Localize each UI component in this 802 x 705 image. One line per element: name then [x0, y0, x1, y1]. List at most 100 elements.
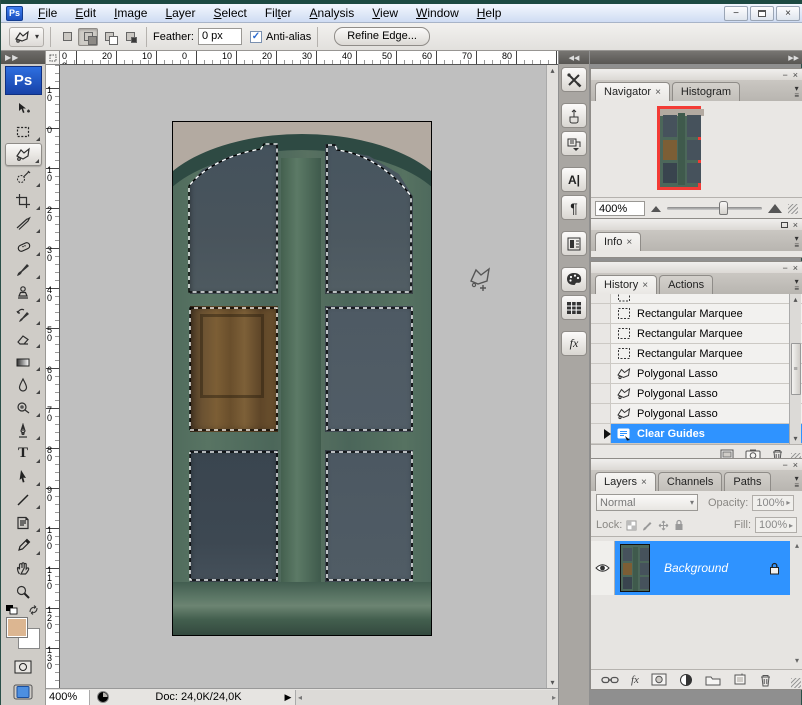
healing-brush-tool-button[interactable]: [5, 235, 42, 258]
swatches-panel-button[interactable]: [561, 267, 587, 292]
menu-analysis[interactable]: Analysis: [301, 4, 364, 22]
delete-layer-trash-button[interactable]: [759, 673, 772, 687]
layer-name[interactable]: Background: [664, 561, 728, 575]
panel-close-icon[interactable]: ×: [793, 263, 798, 273]
fill-value[interactable]: 100%▸: [755, 517, 797, 533]
history-source-slot[interactable]: [591, 324, 611, 343]
scroll-right-icon[interactable]: ▸: [552, 693, 556, 702]
styles-panel-button[interactable]: fx: [561, 331, 587, 356]
canvas[interactable]: [60, 65, 546, 688]
tab-info[interactable]: Info×: [595, 232, 641, 251]
foreground-color-swatch[interactable]: [6, 617, 28, 638]
scroll-up-icon[interactable]: ▴: [795, 541, 799, 550]
layer-visibility-toggle[interactable]: [591, 541, 615, 595]
new-group-button[interactable]: [705, 674, 721, 686]
menu-view[interactable]: View: [363, 4, 407, 22]
close-button[interactable]: ×: [776, 6, 800, 21]
notes-tool-button[interactable]: [5, 511, 42, 534]
panel-menu-icon[interactable]: ▾≡: [794, 85, 799, 99]
add-to-selection-button[interactable]: [78, 28, 98, 46]
horizontal-scrollbar[interactable]: ◂ ▸: [295, 690, 558, 705]
link-layers-button[interactable]: [601, 675, 619, 685]
panel-minimize-icon[interactable]: −: [782, 70, 787, 80]
path-selection-tool-button[interactable]: [5, 465, 42, 488]
history-step[interactable]: Rectangular Marquee: [591, 344, 802, 364]
document-image[interactable]: [173, 122, 431, 635]
antialias-checkbox[interactable]: ✓: [250, 31, 262, 43]
zoom-out-icon[interactable]: [651, 206, 661, 212]
menu-filter[interactable]: Filter: [256, 4, 301, 22]
vertical-scrollbar[interactable]: ▴ ▾: [546, 65, 558, 688]
minimize-button[interactable]: −: [724, 6, 748, 21]
history-brush-tool-button[interactable]: [5, 304, 42, 327]
feather-input[interactable]: 0 px: [198, 28, 242, 45]
scroll-left-icon[interactable]: ◂: [298, 693, 302, 702]
resize-grip[interactable]: [791, 678, 801, 688]
dock-collapse-bar[interactable]: ◀◀: [559, 51, 589, 64]
menu-file[interactable]: File: [29, 4, 66, 22]
status-zoom-input[interactable]: 400%: [46, 690, 90, 705]
history-source-slot[interactable]: [591, 404, 611, 423]
tab-layers[interactable]: Layers×: [595, 472, 656, 491]
menu-select[interactable]: Select: [204, 4, 255, 22]
opacity-value[interactable]: 100%▸: [752, 495, 794, 511]
navigator-zoom-input[interactable]: 400%: [595, 201, 645, 216]
menu-edit[interactable]: Edit: [66, 4, 105, 22]
history-step[interactable]: Polygonal Lasso: [591, 384, 802, 404]
subtract-from-selection-button[interactable]: [99, 28, 119, 46]
clone-source-panel-button[interactable]: [561, 131, 587, 156]
character-panel-button[interactable]: A|: [561, 167, 587, 192]
scroll-down-icon[interactable]: ▾: [793, 434, 797, 443]
vertical-ruler[interactable]: 1 001 02 03 04 05 06 07 08 09 01 0 01 1 …: [46, 65, 60, 688]
crop-tool-button[interactable]: [5, 189, 42, 212]
eyedropper-tool-button[interactable]: [5, 534, 42, 557]
dodge-tool-button[interactable]: [5, 396, 42, 419]
new-selection-button[interactable]: [57, 28, 77, 46]
panel-close-icon[interactable]: ×: [793, 220, 798, 230]
tool-presets-panel-button[interactable]: [561, 67, 587, 92]
panel-minimize-icon[interactable]: −: [782, 263, 787, 273]
tab-histogram[interactable]: Histogram: [672, 82, 740, 101]
background-layer-row[interactable]: Background: [591, 541, 790, 595]
new-layer-button[interactable]: [733, 673, 747, 686]
layer-style-button[interactable]: fx: [631, 674, 639, 686]
pen-tool-button[interactable]: [5, 419, 42, 442]
blur-tool-button[interactable]: [5, 373, 42, 396]
menu-image[interactable]: Image: [105, 4, 156, 22]
paragraph-panel-button[interactable]: ¶: [561, 195, 587, 220]
history-scrollbar[interactable]: ▴ ≡ ▾: [789, 294, 801, 444]
screen-mode-button[interactable]: [5, 680, 42, 703]
panels-collapse-bar[interactable]: ▶▶: [590, 51, 802, 64]
photoshop-app-icon[interactable]: Ps: [6, 6, 23, 21]
panel-menu-icon[interactable]: ▾≡: [794, 278, 799, 292]
menu-window[interactable]: Window: [407, 4, 468, 22]
hand-tool-button[interactable]: [5, 557, 42, 580]
gradient-tool-button[interactable]: [5, 350, 42, 373]
tab-paths[interactable]: Paths: [724, 472, 770, 491]
history-source-slot[interactable]: [591, 344, 611, 363]
refine-edge-button[interactable]: Refine Edge...: [334, 27, 430, 46]
history-source-slot[interactable]: [591, 384, 611, 403]
lock-transparency-icon[interactable]: [626, 520, 637, 531]
resize-grip[interactable]: [788, 204, 798, 214]
tab-close-icon[interactable]: ×: [626, 237, 632, 248]
brush-tool-button[interactable]: [5, 258, 42, 281]
toolbox-collapse-bar[interactable]: ▶▶: [1, 51, 45, 64]
type-tool-button[interactable]: T: [5, 442, 42, 465]
quick-mask-button[interactable]: [5, 655, 42, 678]
default-colors-icon[interactable]: [6, 605, 18, 615]
eraser-tool-button[interactable]: [5, 327, 42, 350]
ruler-origin-box[interactable]: [46, 51, 60, 65]
scrollbar-thumb[interactable]: ≡: [791, 343, 801, 395]
scroll-down-icon[interactable]: ▾: [550, 678, 554, 687]
history-source-slot[interactable]: [591, 424, 611, 443]
history-step[interactable]: Rectangular Marquee: [591, 324, 802, 344]
lock-position-icon[interactable]: [658, 520, 669, 531]
restore-button[interactable]: [750, 6, 774, 21]
panel-menu-icon[interactable]: ▾≡: [794, 475, 799, 489]
add-layer-mask-button[interactable]: [651, 673, 667, 686]
slider-thumb[interactable]: [719, 201, 728, 215]
tab-channels[interactable]: Channels: [658, 472, 722, 491]
history-step-partial[interactable]: [591, 294, 802, 304]
swap-colors-icon[interactable]: [28, 605, 40, 615]
